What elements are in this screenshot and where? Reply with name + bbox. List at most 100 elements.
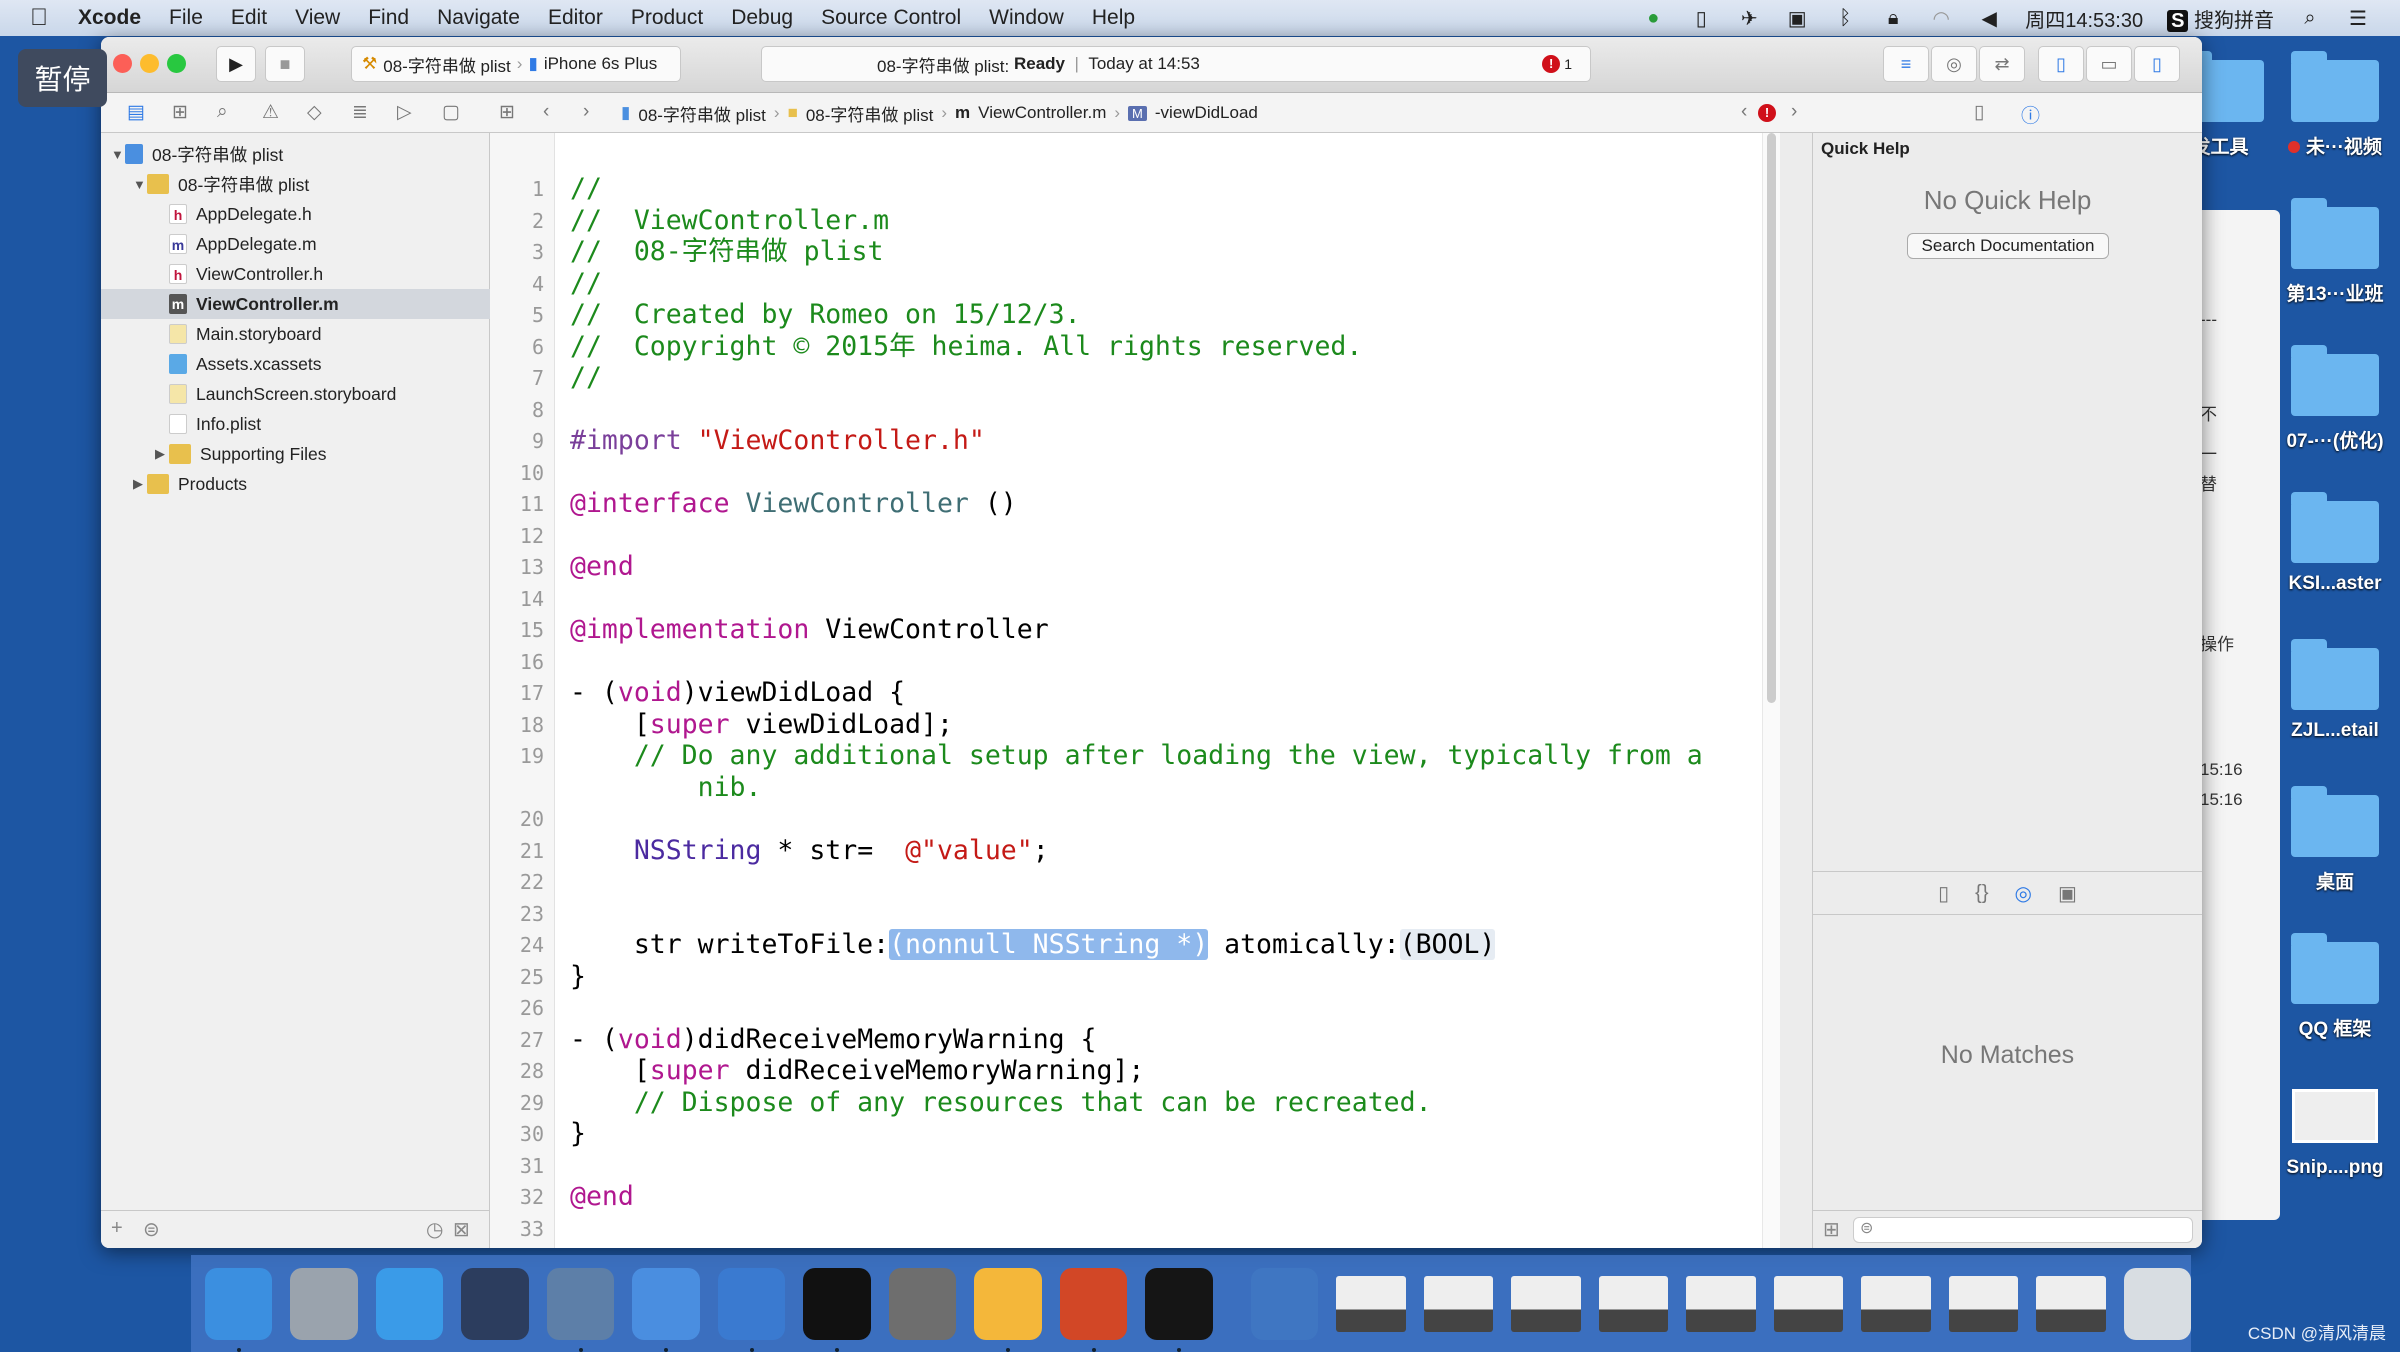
menu-window[interactable]: Window [989, 6, 1064, 29]
apple-menu-icon[interactable]:  [30, 4, 48, 32]
dock-window-6-icon[interactable] [1773, 1275, 1844, 1332]
dock-powerpoint-icon[interactable] [1059, 1267, 1128, 1352]
navigator-item[interactable]: m ViewController.m [101, 289, 490, 319]
dock-finder-icon[interactable] [205, 1267, 273, 1352]
code-line[interactable]: @implementation ViewController [570, 614, 1049, 646]
code-line[interactable]: // ViewController.m [570, 205, 889, 237]
code-line[interactable]: } [570, 961, 586, 993]
filter-icon[interactable]: ⊜ [143, 1217, 160, 1242]
dock-trash-icon[interactable] [2123, 1267, 2191, 1340]
dock-mouse-icon[interactable] [461, 1267, 529, 1340]
code-line[interactable]: NSString * str= @"value"; [570, 835, 1049, 867]
jump-file[interactable]: ViewController.m [978, 103, 1106, 123]
dock-photo-slideshow-icon[interactable] [546, 1267, 615, 1352]
code-line[interactable]: } [570, 1118, 586, 1150]
menu-edit[interactable]: Edit [231, 6, 267, 29]
menu-product[interactable]: Product [631, 6, 703, 29]
dock-window-1-icon[interactable] [1336, 1275, 1406, 1332]
test-navigator-icon[interactable]: ◇ [307, 101, 322, 124]
assistant-editor-button[interactable]: ◎ [1931, 46, 1977, 82]
dock-window-2-icon[interactable] [1423, 1275, 1494, 1332]
cloud-sync-icon[interactable]: ● [1641, 7, 1665, 30]
code-line[interactable]: // Copyright © 2015年 heima. All rights r… [570, 331, 1362, 363]
report-navigator-icon[interactable]: ▢ [442, 101, 460, 124]
wifi-icon[interactable]: ◠ [1929, 6, 1953, 31]
menu-navigate[interactable]: Navigate [437, 6, 520, 29]
menu-file[interactable]: File [169, 6, 203, 29]
add-icon[interactable]: + [111, 1217, 123, 1240]
navigator-item[interactable]: ▼ 08-字符串做 plist [101, 139, 490, 169]
input-method[interactable]: S 搜狗拼音 [2167, 4, 2274, 33]
menu-help[interactable]: Help [1092, 6, 1135, 29]
dock-safari-icon[interactable] [375, 1267, 444, 1340]
jump-group[interactable]: 08-字符串做 plist [806, 101, 934, 126]
dock-launchpad-icon[interactable] [290, 1267, 358, 1340]
scrollbar-thumb[interactable] [1767, 133, 1776, 703]
find-navigator-icon[interactable]: ⌕ [217, 101, 228, 123]
volume-icon[interactable]: ◀ [1977, 6, 2001, 31]
code-line[interactable]: // Dispose of any resources that can be … [570, 1087, 1432, 1119]
plane-icon[interactable]: ✈ [1737, 6, 1761, 31]
scheme-name[interactable]: 08-字符串做 plist [383, 52, 511, 77]
code-line[interactable]: #import "ViewController.h" [570, 425, 985, 457]
forward-icon[interactable]: › [583, 101, 589, 123]
placeholder-token[interactable]: (nonnull NSString *) [889, 929, 1209, 960]
code-line[interactable]: // Do any additional setup after loading… [570, 740, 1703, 772]
code-line[interactable]: // [570, 173, 602, 205]
disclosure-triangle-icon[interactable]: ▼ [133, 177, 147, 192]
code-line[interactable]: - (void)viewDidLoad { [570, 677, 905, 709]
power-icon[interactable]: ▯ [1689, 6, 1713, 31]
code-line[interactable]: @end [570, 1181, 634, 1213]
next-issue-icon[interactable]: › [1791, 101, 1797, 123]
dock-console-icon[interactable] [1145, 1267, 1213, 1352]
navigator-item[interactable]: Assets.xcassets [101, 349, 490, 379]
code-line[interactable]: @interface ViewController () [570, 488, 1017, 520]
symbol-navigator-icon[interactable]: ⊞ [172, 101, 188, 124]
code-line[interactable]: nib. [570, 772, 762, 804]
debug-navigator-icon[interactable]: ≣ [352, 101, 368, 124]
code-snippet-icon[interactable]: {} [1975, 882, 1988, 905]
desktop-icon[interactable]: 桌面 [2260, 786, 2400, 894]
menu-find[interactable]: Find [368, 6, 409, 29]
dock-window-3-icon[interactable] [1511, 1275, 1581, 1332]
navigator-item[interactable]: Info.plist [101, 409, 490, 439]
previous-issue-icon[interactable]: ‹ [1741, 101, 1747, 123]
disclosure-triangle-icon[interactable]: ▶ [133, 476, 147, 492]
menu-source-control[interactable]: Source Control [821, 6, 961, 29]
error-indicator[interactable]: ! 1 [1542, 55, 1572, 73]
desktop-icon[interactable]: ZJL...etail [2260, 639, 2400, 742]
dock-window-7-icon[interactable] [1861, 1275, 1931, 1332]
dock-system-preferences-icon[interactable] [888, 1267, 957, 1340]
project-navigator-icon[interactable]: ▤ [127, 101, 145, 124]
related-items-icon[interactable]: ⊞ [499, 101, 515, 124]
dock-sketch-icon[interactable] [974, 1267, 1042, 1352]
object-library-icon[interactable]: ◎ [2015, 881, 2032, 906]
desktop-icon[interactable]: Snip....png [2260, 1089, 2400, 1179]
disclosure-triangle-icon[interactable]: ▶ [155, 446, 169, 462]
code-line[interactable]: // 08-字符串做 plist [570, 236, 883, 268]
navigator-item[interactable]: ▼ 08-字符串做 plist [101, 169, 490, 199]
clock[interactable]: 周四14:53:30 [2025, 4, 2143, 33]
desktop-icon[interactable]: QQ 框架 [2260, 933, 2400, 1041]
issue-icon[interactable]: ! [1758, 104, 1776, 122]
code-line[interactable]: [super didReceiveMemoryWarning]; [570, 1055, 1145, 1087]
menu-app-xcode[interactable]: Xcode [78, 6, 141, 30]
library-filter-input[interactable]: ⊜ [1853, 1217, 2193, 1243]
desktop-icon[interactable]: 未···视频 [2260, 51, 2400, 159]
code-line[interactable]: str writeToFile:(nonnull NSString *) ato… [570, 929, 1496, 961]
dock-xcode-icon[interactable] [632, 1267, 700, 1352]
stop-button[interactable]: ■ [265, 46, 305, 82]
navigator-item[interactable]: ▶ Supporting Files [101, 439, 490, 469]
dock-window-9-icon[interactable] [2036, 1275, 2106, 1332]
search-documentation-button[interactable]: Search Documentation [1907, 233, 2109, 259]
toggle-utilities-button[interactable]: ▯ [2134, 46, 2180, 82]
code-line[interactable]: // Created by Romeo on 15/12/3. [570, 299, 1081, 331]
desktop-icon[interactable]: 第13···业班 [2260, 198, 2400, 306]
desktop-icon[interactable]: KSI...aster [2260, 492, 2400, 595]
file-template-icon[interactable]: ▯ [1938, 881, 1949, 906]
search-icon[interactable]: ⌕ [2298, 7, 2322, 30]
dock-window-5-icon[interactable] [1686, 1275, 1756, 1332]
minimize-window-button[interactable] [140, 54, 159, 73]
placeholder-token[interactable]: (BOOL) [1399, 929, 1496, 960]
standard-editor-button[interactable]: ≡ [1883, 46, 1929, 82]
